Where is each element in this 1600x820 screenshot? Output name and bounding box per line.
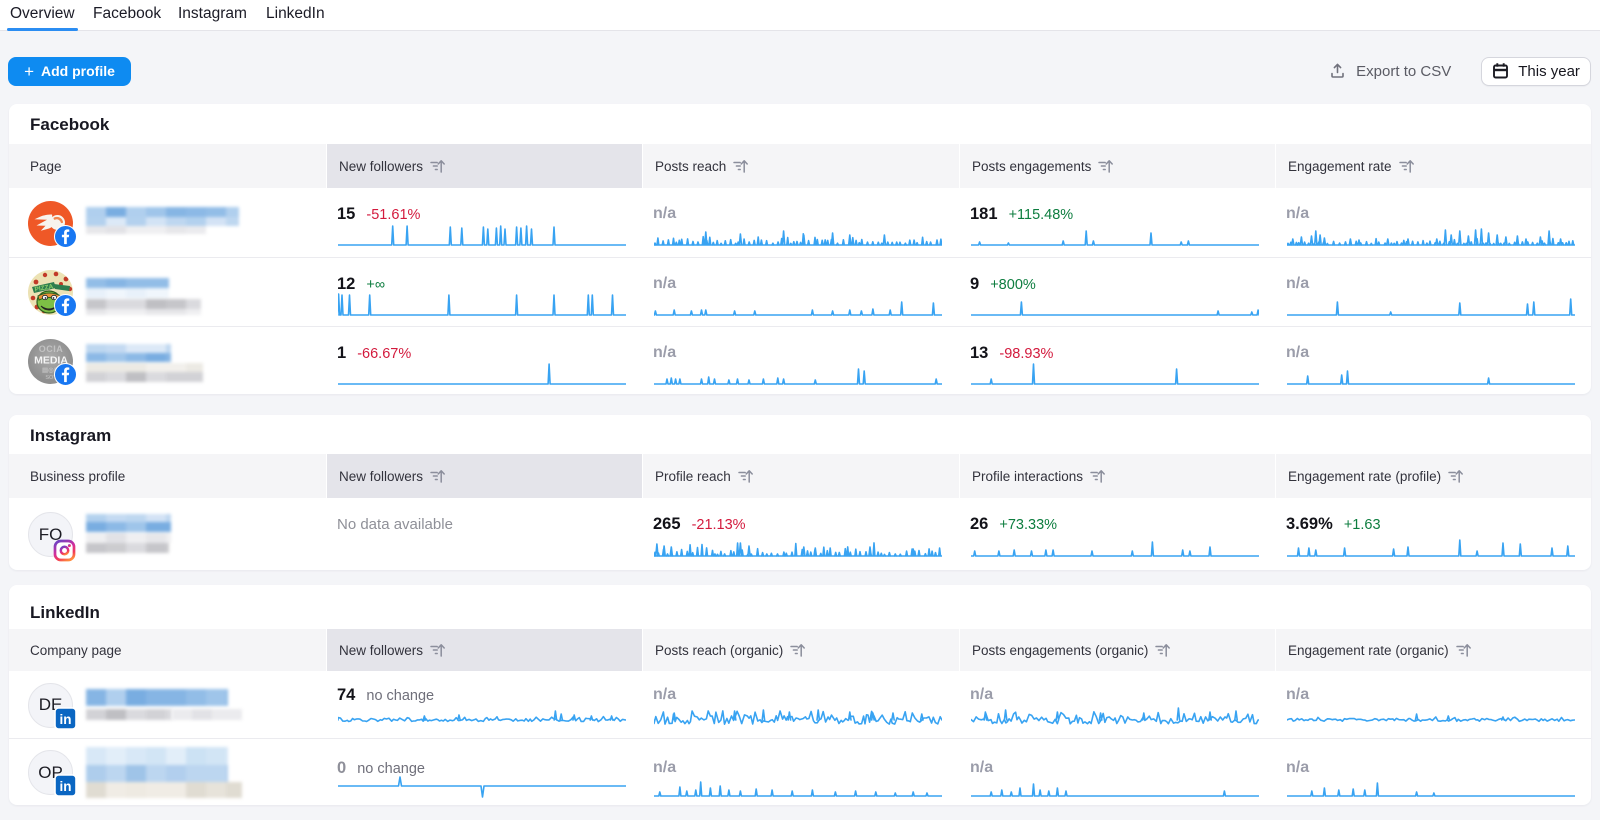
svg-text:in: in (60, 711, 72, 726)
svg-text:OCIA: OCIA (39, 344, 64, 354)
svg-text:in: in (60, 779, 72, 794)
